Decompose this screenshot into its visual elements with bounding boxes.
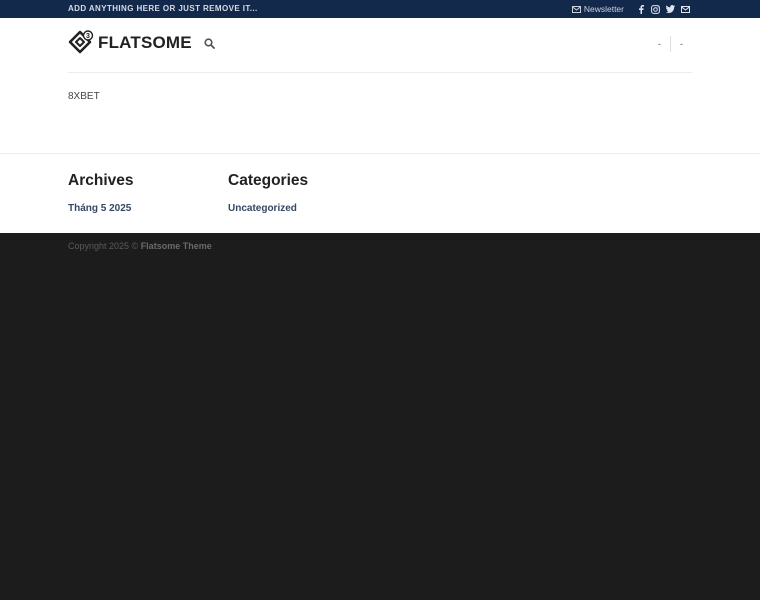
- instagram-icon[interactable]: [651, 4, 660, 14]
- twitter-icon[interactable]: [666, 5, 675, 14]
- post-title: 8XBET: [68, 91, 100, 102]
- archives-title: Archives: [68, 172, 134, 189]
- copyright-brand[interactable]: Flatsome Theme: [141, 241, 212, 251]
- header-nav-right: - -: [649, 36, 692, 52]
- footer-widgets: Archives Tháng 5 2025 Categories Uncateg…: [0, 153, 760, 233]
- categories-title: Categories: [228, 172, 309, 189]
- copyright-prefix: Copyright 2025 ©: [68, 241, 139, 251]
- header-divider: [68, 72, 692, 73]
- archive-link[interactable]: Tháng 5 2025: [68, 203, 131, 214]
- site-footer: Copyright 2025 © Flatsome Theme: [0, 233, 760, 600]
- top-bar-message: ADD ANYTHING HERE OR JUST REMOVE IT...: [68, 4, 258, 13]
- newsletter-label: Newsletter: [583, 4, 624, 14]
- facebook-icon[interactable]: [636, 4, 645, 14]
- categories-widget: Categories Uncategorized: [228, 172, 308, 216]
- logo-badge: 3: [86, 33, 90, 40]
- envelope-icon: [571, 5, 581, 13]
- top-bar: ADD ANYTHING HERE OR JUST REMOVE IT... N…: [0, 0, 760, 18]
- logo-text: FLATSOME: [98, 33, 192, 52]
- category-link[interactable]: Uncategorized: [228, 203, 297, 214]
- copyright: Copyright 2025 © Flatsome Theme: [68, 241, 212, 251]
- email-icon[interactable]: [681, 5, 690, 14]
- header-nav-item[interactable]: -: [671, 39, 692, 49]
- site-header: 3 FLATSOME - -: [0, 18, 760, 72]
- header-nav-item[interactable]: -: [649, 39, 670, 49]
- flatsome-logo-icon: 3: [68, 30, 94, 54]
- main-content: 8XBET: [0, 72, 760, 153]
- archives-widget: Archives Tháng 5 2025: [68, 172, 133, 216]
- search-icon[interactable]: [204, 38, 215, 49]
- newsletter-link[interactable]: Newsletter: [571, 4, 624, 14]
- top-bar-right: Newsletter: [571, 3, 690, 15]
- site-logo[interactable]: 3 FLATSOME: [68, 30, 192, 56]
